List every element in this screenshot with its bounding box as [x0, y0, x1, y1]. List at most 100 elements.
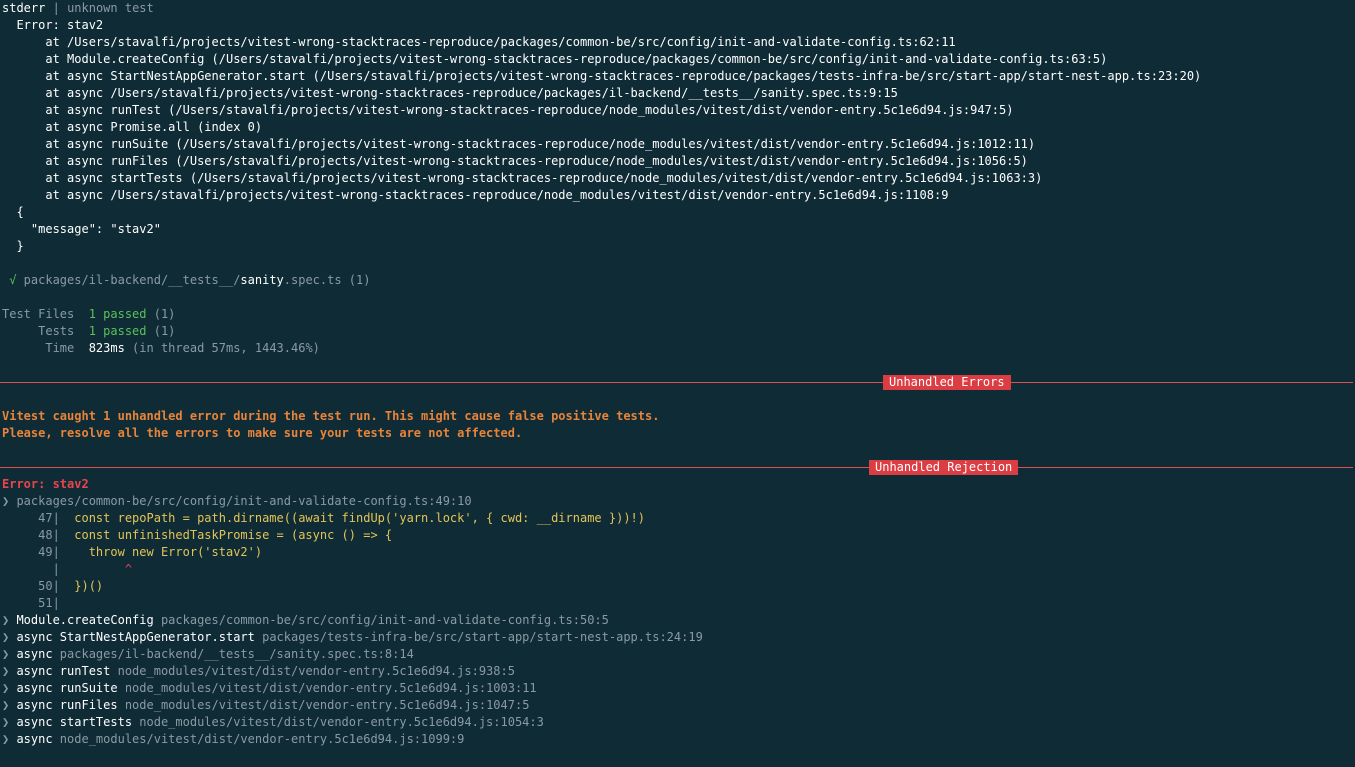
json-line: { — [2, 205, 24, 219]
summary-files: Test Files 1 passed (1) — [2, 306, 1353, 323]
trace-line: ❯ async node_modules/vitest/dist/vendor-… — [2, 731, 1353, 748]
error-title: Error: stav2 — [2, 18, 104, 32]
trace-fn: async startTests — [16, 715, 133, 729]
summary-tests-count: (1) — [146, 324, 176, 338]
trace-loc: packages/common-be/src/config/init-and-v… — [153, 613, 609, 627]
rejection-location: ❯ packages/common-be/src/config/init-and… — [2, 494, 472, 508]
trace-line: ❯ async runFiles node_modules/vitest/dis… — [2, 697, 1353, 714]
rejection-error: Error: stav2 — [2, 477, 89, 491]
trace-fn: async — [16, 647, 53, 661]
code-line: 50| })() — [2, 578, 1353, 595]
trace-arrow-icon: ❯ — [2, 732, 17, 746]
trace-loc: node_modules/vitest/dist/vendor-entry.5c… — [110, 664, 515, 678]
summary-files-label: Test Files — [2, 307, 75, 321]
stack-line: at async runTest (/Users/stavalfi/projec… — [2, 103, 1014, 117]
trace-loc: packages/il-backend/__tests__/sanity.spe… — [52, 647, 414, 661]
unhandled-errors-badge: Unhandled Errors — [883, 375, 1011, 390]
trace-arrow-icon: ❯ — [2, 698, 17, 712]
code-gutter: | — [2, 562, 60, 576]
unhandled-errors-message: Vitest caught 1 unhandled error during t… — [2, 409, 660, 423]
stack-line: at /Users/stavalfi/projects/vitest-wrong… — [2, 35, 956, 49]
trace-arrow-icon: ❯ — [2, 613, 17, 627]
json-line: } — [2, 239, 24, 253]
summary-time-detail: (in thread 57ms, 1443.46%) — [124, 341, 320, 355]
summary-time: Time 823ms (in thread 57ms, 1443.46%) — [2, 340, 1353, 357]
code-line: 47| const repoPath = path.dirname((await… — [2, 510, 1353, 527]
error-json: { "message": "stav2" } — [2, 204, 1353, 255]
stack-line: at async /Users/stavalfi/projects/vitest… — [2, 86, 898, 100]
json-line: "message": "stav2" — [2, 222, 161, 236]
code-frame: 47| const repoPath = path.dirname((await… — [2, 510, 1353, 612]
trace-line: ❯ async startTests node_modules/vitest/d… — [2, 714, 1353, 731]
stderr-header: stderr | unknown test — [2, 0, 1353, 17]
divider-rule — [0, 467, 1353, 468]
error-stack: at /Users/stavalfi/projects/vitest-wrong… — [2, 34, 1353, 204]
unhandled-errors-advice: Please, resolve all the errors to make s… — [2, 426, 523, 440]
stderr-separator: | — [52, 1, 60, 15]
stack-line: at async runFiles (/Users/stavalfi/proje… — [2, 154, 1028, 168]
trace-line: ❯ async StartNestAppGenerator.start pack… — [2, 629, 1353, 646]
trace-line: ❯ async packages/il-backend/__tests__/sa… — [2, 646, 1353, 663]
code-text: })() — [59, 579, 104, 593]
summary-time-label: Time — [2, 341, 75, 355]
trace-arrow-icon: ❯ — [2, 630, 17, 644]
trace-fn: async runFiles — [16, 698, 118, 712]
trace-fn: Module.createConfig — [16, 613, 154, 627]
code-gutter: 49| — [2, 545, 60, 559]
trace-loc: node_modules/vitest/dist/vendor-entry.5c… — [117, 681, 537, 695]
code-caret: ^ — [59, 562, 133, 576]
trace-arrow-icon: ❯ — [2, 664, 17, 678]
test-file-count: (1) — [341, 273, 371, 287]
code-line: 48| const unfinishedTaskPromise = (async… — [2, 527, 1353, 544]
trace-line: ❯ async runSuite node_modules/vitest/dis… — [2, 680, 1353, 697]
code-text: const unfinishedTaskPromise = (async () … — [59, 528, 393, 542]
code-gutter: 47| — [2, 511, 60, 525]
divider-rule — [0, 382, 1353, 383]
test-file-dir: packages/il-backend/__tests__/ — [16, 273, 241, 287]
code-text: throw new Error('stav2') — [59, 545, 263, 559]
trace-loc: node_modules/vitest/dist/vendor-entry.5c… — [52, 732, 465, 746]
code-gutter: 51| — [2, 596, 60, 610]
trace-line: ❯ async runTest node_modules/vitest/dist… — [2, 663, 1353, 680]
trace-arrow-icon: ❯ — [2, 681, 17, 695]
stack-line: at async runSuite (/Users/stavalfi/proje… — [2, 137, 1036, 151]
trace-fn: async runTest — [16, 664, 111, 678]
summary-files-count: (1) — [146, 307, 176, 321]
test-file-result: √ packages/il-backend/__tests__/sanity.s… — [2, 272, 1353, 289]
unhandled-rejection-badge: Unhandled Rejection — [869, 460, 1019, 475]
unhandled-rejection-divider: Unhandled Rejection — [0, 459, 1353, 476]
trace-line: ❯ Module.createConfig packages/common-be… — [2, 612, 1353, 629]
trace-loc: node_modules/vitest/dist/vendor-entry.5c… — [117, 698, 530, 712]
trace-arrow-icon: ❯ — [2, 715, 17, 729]
code-text: const repoPath = path.dirname((await fin… — [59, 511, 645, 525]
pass-check-icon: √ — [2, 273, 17, 287]
summary-tests-label: Tests — [2, 324, 75, 338]
stack-line: at async startTests (/Users/stavalfi/pro… — [2, 171, 1043, 185]
summary-tests-value: 1 passed — [74, 324, 147, 338]
rejection-trace: ❯ Module.createConfig packages/common-be… — [2, 612, 1353, 748]
summary-tests: Tests 1 passed (1) — [2, 323, 1353, 340]
trace-loc: node_modules/vitest/dist/vendor-entry.5c… — [132, 715, 544, 729]
code-line: 49| throw new Error('stav2') — [2, 544, 1353, 561]
stack-line: at Module.createConfig (/Users/stavalfi/… — [2, 52, 1108, 66]
stack-line: at async /Users/stavalfi/projects/vitest… — [2, 188, 949, 202]
summary-time-value: 823ms — [74, 341, 125, 355]
code-gutter: 48| — [2, 528, 60, 542]
trace-loc: packages/tests-infra-be/src/start-app/st… — [254, 630, 703, 644]
stderr-label: stderr — [2, 1, 46, 15]
code-line: 51| — [2, 595, 1353, 612]
test-file-name: sanity — [240, 273, 284, 287]
trace-fn: async runSuite — [16, 681, 118, 695]
trace-arrow-icon: ❯ — [2, 647, 17, 661]
trace-fn: async — [16, 732, 53, 746]
code-line: | ^ — [2, 561, 1353, 578]
summary-files-value: 1 passed — [74, 307, 147, 321]
terminal-output: stderr | unknown test Error: stav2 at /U… — [0, 0, 1355, 748]
stderr-test-name: unknown test — [67, 1, 154, 15]
trace-fn: async StartNestAppGenerator.start — [16, 630, 255, 644]
stack-line: at async Promise.all (index 0) — [2, 120, 263, 134]
test-file-ext: .spec.ts — [283, 273, 342, 287]
stack-line: at async StartNestAppGenerator.start (/U… — [2, 69, 1202, 83]
code-gutter: 50| — [2, 579, 60, 593]
unhandled-errors-divider: Unhandled Errors — [0, 374, 1353, 391]
